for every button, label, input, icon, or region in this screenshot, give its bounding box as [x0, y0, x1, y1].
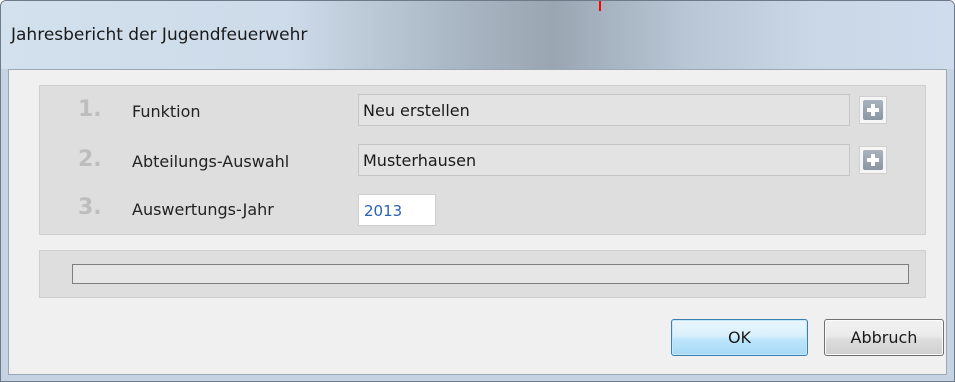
plus-icon: [863, 150, 883, 170]
cancel-button[interactable]: Abbruch: [824, 319, 944, 356]
progress-panel: [39, 250, 926, 298]
abteilung-label: Abteilungs-Auswahl: [132, 152, 290, 171]
ok-button[interactable]: OK: [671, 319, 808, 356]
add-funktion-button[interactable]: [859, 96, 887, 124]
row-jahr: 3. Auswertungs-Jahr 2013: [40, 190, 925, 230]
plus-icon: [863, 100, 883, 120]
jahr-label: Auswertungs-Jahr: [132, 200, 274, 219]
funktion-select[interactable]: Neu erstellen: [358, 94, 850, 126]
form-panel: 1. Funktion Neu erstellen 2. Abteilungs-…: [39, 85, 926, 235]
progress-bar: [72, 264, 909, 284]
window-title: Jahresbericht der Jugendfeuerwehr: [11, 25, 308, 45]
step-number-2: 2.: [78, 147, 102, 172]
step-number-3: 3.: [78, 195, 102, 220]
dialog-window: Jahresbericht der Jugendfeuerwehr 1. Fun…: [0, 0, 955, 382]
funktion-label: Funktion: [132, 102, 201, 121]
abteilung-select[interactable]: Musterhausen: [358, 144, 850, 176]
row-abteilung: 2. Abteilungs-Auswahl Musterhausen: [40, 142, 925, 182]
step-number-1: 1.: [78, 97, 102, 122]
row-funktion: 1. Funktion Neu erstellen: [40, 92, 925, 132]
red-marker: [599, 1, 601, 11]
title-bar[interactable]: Jahresbericht der Jugendfeuerwehr: [1, 1, 954, 69]
year-input[interactable]: 2013: [358, 194, 436, 226]
dialog-client-area: 1. Funktion Neu erstellen 2. Abteilungs-…: [8, 69, 947, 375]
add-abteilung-button[interactable]: [859, 146, 887, 174]
